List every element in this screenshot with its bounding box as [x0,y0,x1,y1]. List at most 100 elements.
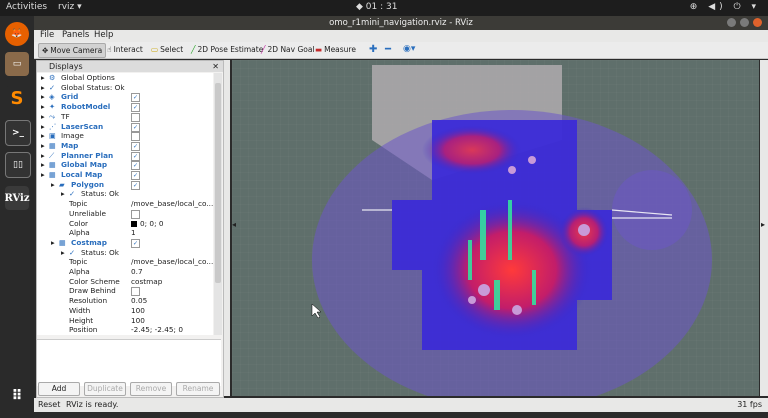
display-row[interactable]: ▸ ⤳ TF [37,112,213,122]
display-checkbox[interactable]: ✓ [131,151,140,161]
add-tool-icon[interactable]: ✚ [366,43,380,56]
display-row[interactable]: ▸ ⟋ Planner Plan ✓ [37,151,213,161]
display-row-value[interactable]: -2.45; -2.45; 0 [131,325,183,335]
display-row-value[interactable]: costmap [131,277,162,287]
expand-arrow-icon[interactable]: ▸ [41,170,45,180]
display-row[interactable]: ▸ ◈ Grid ✓ [37,92,213,103]
panel-splitter[interactable] [224,60,230,396]
menu-help[interactable]: Help [94,30,113,40]
display-row[interactable]: ▸ ⚙ Global Options [37,73,213,83]
display-checkbox[interactable] [131,112,140,122]
display-checkbox[interactable]: ✓ [131,93,140,103]
measure-tool[interactable]: ▬ Measure [312,43,359,56]
expand-arrow-icon[interactable]: ▸ [41,112,45,122]
display-row[interactable]: Height 100 [37,316,213,326]
display-row[interactable]: ▸ ▦ Local Map ✓ [37,170,213,180]
display-checkbox[interactable]: ✓ [131,161,140,171]
expand-arrow-icon[interactable]: ▸ [41,92,45,102]
display-checkbox[interactable]: ✓ [131,171,140,180]
maximize-icon[interactable] [740,18,749,27]
display-checkbox[interactable] [131,132,140,142]
minimize-icon[interactable] [727,18,736,27]
expand-arrow-icon[interactable]: ▸ [61,248,65,258]
display-row-value[interactable]: /move_base/local_co... [131,257,213,267]
display-row[interactable]: Alpha 0.7 [37,267,213,277]
reset-button[interactable]: Reset [38,398,60,412]
display-checkbox[interactable]: ✓ [131,141,140,151]
tree-scrollbar[interactable] [214,73,222,335]
add-button[interactable]: Add [38,382,80,396]
display-checkbox[interactable]: ✓ [131,238,140,248]
display-row[interactable]: Color Scheme costmap [37,277,213,287]
clock[interactable]: ◆ 01 : 31 [356,2,397,12]
display-row-value[interactable]: /move_base/local_co... [131,199,213,209]
expand-arrow-icon[interactable]: ▸ [41,102,45,112]
display-checkbox[interactable]: ✓ [131,180,140,190]
display-row[interactable]: ▸ ▦ Map ✓ [37,141,213,151]
expand-arrow-icon[interactable]: ▸ [41,131,45,141]
menu-file[interactable]: File [40,30,54,40]
display-row[interactable]: Draw Behind [37,286,213,297]
expand-arrow-icon[interactable]: ▸ [41,141,45,151]
display-row-value[interactable]: 1 [131,228,136,238]
display-row[interactable]: ▸ ▦ Costmap ✓ [37,238,213,248]
menu-panels[interactable]: Panels [62,30,89,40]
scrollbar-thumb[interactable] [215,83,221,283]
system-tray[interactable]: ⊕ ◀) ⏻ ▾ [690,2,760,12]
display-row[interactable]: Topic/move_base/local_co... [37,257,213,267]
pose-estimate-tool[interactable]: ╱ 2D Pose Estimate [188,43,266,56]
remove-tool-icon[interactable]: ━ [382,43,394,56]
app-menu[interactable]: rviz ▾ [58,2,82,12]
display-row[interactable]: Unreliable [37,209,213,219]
display-checkbox[interactable] [131,209,140,219]
expand-arrow-icon[interactable]: ▸ [41,160,45,170]
expand-arrow-icon[interactable]: ▸ [41,73,45,83]
rename-button[interactable]: Rename [176,382,220,396]
display-row-value[interactable]: 0.05 [131,296,147,306]
expand-arrow-icon[interactable]: ▸ [51,180,55,190]
select-tool[interactable]: ▭ Select [148,43,186,56]
display-row[interactable]: ▸ ▣ Image [37,131,213,142]
display-row[interactable]: ▸ ✦ RobotModel ✓ [37,102,213,113]
display-row[interactable]: ▸ ✓ Global Status: Ok [37,83,213,93]
display-row-value[interactable]: 0; 0; 0 [140,219,163,229]
interact-tool[interactable]: ☝ Interact [104,43,146,56]
display-row[interactable]: Color 0; 0; 0 [37,219,213,229]
render-viewport[interactable]: ◂ [232,60,759,396]
activities-button[interactable]: Activities [6,2,47,12]
display-checkbox[interactable] [131,287,140,297]
display-row[interactable]: Position -2.45; -2.45; 0 [37,325,213,335]
camera-view-icon[interactable]: ◉▾ [400,43,418,56]
duplicate-button[interactable]: Duplicate [84,382,126,396]
display-checkbox[interactable]: ✓ [131,103,140,113]
close-icon[interactable] [753,18,762,27]
sublime-icon[interactable]: S [5,86,29,110]
remove-button[interactable]: Remove [130,382,172,396]
terminal-icon-2[interactable]: ▯▯ [5,152,31,178]
displays-tree[interactable]: ▸ ⚙ Global Options ▸ ✓ Global Status: Ok ▸ ◈ Gri… [37,73,213,335]
right-splitter[interactable]: ▸ [760,60,768,396]
collapse-left-icon[interactable]: ◂ [232,220,236,229]
nav-goal-tool[interactable]: ╱ 2D Nav Goal [258,43,318,56]
display-row[interactable]: Topic/move_base/local_co... [37,199,213,209]
color-swatch[interactable] [131,220,137,227]
expand-arrow-icon[interactable]: ▸ [41,122,45,132]
move-camera-tool[interactable]: ✥ Move Camera [38,43,107,58]
display-row[interactable]: ▸ ⋰ LaserScan ✓ [37,122,213,132]
close-panel-icon[interactable]: ✕ [212,61,219,72]
display-row-value[interactable]: 100 [131,306,145,316]
rviz-icon[interactable]: RViz [5,186,30,210]
expand-arrow-icon[interactable]: ▸ [61,189,65,199]
display-row[interactable]: ▸ ▰ Polygon ✓ [37,180,213,190]
display-row[interactable]: Alpha 1 [37,228,213,238]
display-row-value[interactable]: 0.7 [131,267,143,277]
display-row[interactable]: ▸ ✓ Status: Ok [37,248,213,258]
display-row[interactable]: ▸ ✓ Status: Ok [37,189,213,199]
expand-arrow-icon[interactable]: ▸ [51,238,55,248]
expand-arrow-icon[interactable]: ▸ [41,83,45,93]
show-apps-icon[interactable]: ⠿ [5,384,29,408]
terminal-icon[interactable]: >_ [5,120,31,146]
display-checkbox[interactable]: ✓ [131,122,140,132]
files-icon[interactable]: ▭ [5,52,29,76]
display-row[interactable]: Resolution 0.05 [37,296,213,306]
